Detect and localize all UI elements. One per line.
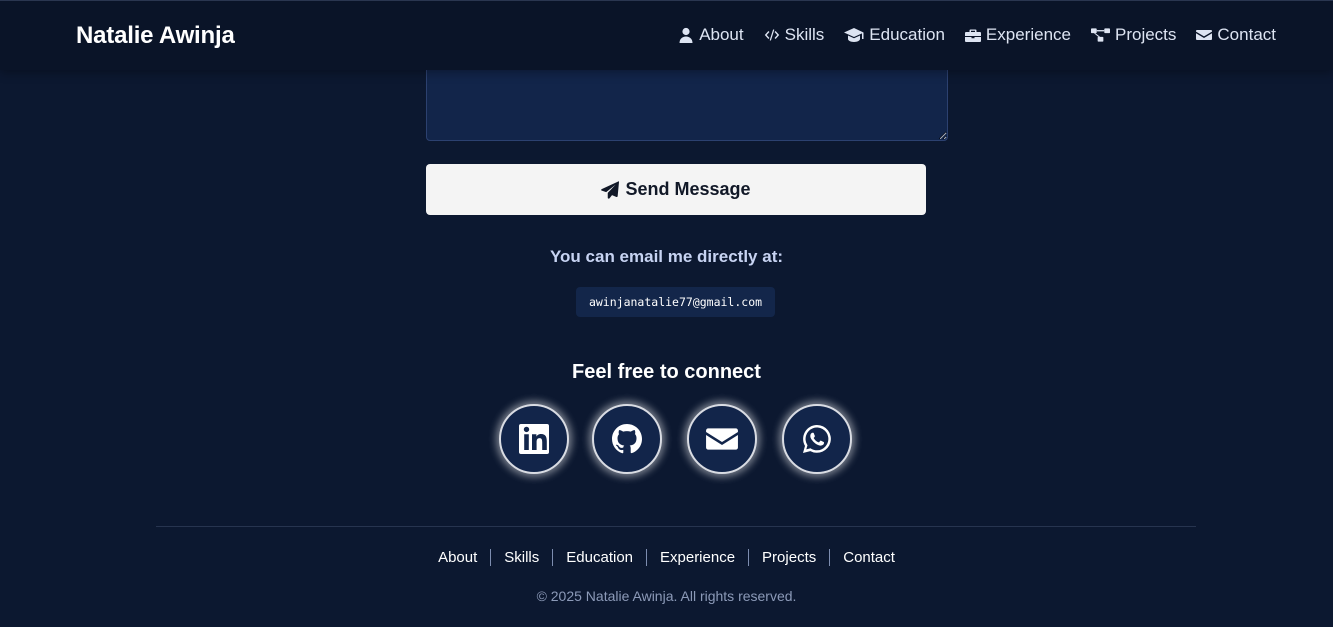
linkedin-link[interactable]	[499, 404, 569, 474]
footer-link-projects[interactable]: Projects	[749, 549, 829, 566]
nav-link-experience[interactable]: Experience	[964, 25, 1071, 45]
email-caption: You can email me directly at:	[549, 247, 784, 266]
email-link[interactable]	[687, 404, 757, 474]
copyright-text: © 2025 Natalie Awinja. All rights reserv…	[536, 588, 797, 604]
nav-links: About Skills Education Experience Projec…	[678, 25, 1276, 45]
nav-link-label: Skills	[784, 25, 825, 44]
nav-link-label: Projects	[1114, 25, 1177, 44]
github-link[interactable]	[592, 404, 662, 474]
email-address[interactable]: awinjanatalie77@gmail.com	[576, 287, 775, 317]
footer-link-contact[interactable]: Contact	[830, 549, 908, 566]
linkedin-icon	[519, 424, 549, 454]
paper-plane-icon	[601, 180, 620, 199]
footer-divider	[156, 526, 1196, 527]
whatsapp-icon	[803, 425, 831, 453]
nav-link-skills[interactable]: Skills	[764, 25, 825, 45]
graduation-cap-icon	[844, 28, 864, 42]
footer-nav: About Skills Education Experience Projec…	[0, 549, 1333, 566]
nav-link-label: Contact	[1217, 25, 1276, 44]
connect-heading: Feel free to connect	[572, 361, 761, 383]
project-diagram-icon	[1090, 28, 1110, 42]
footer-link-education[interactable]: Education	[553, 549, 646, 566]
brand-name[interactable]: Natalie Awinja	[76, 22, 235, 50]
footer-link-skills[interactable]: Skills	[491, 549, 552, 566]
send-button-label: Send Message	[625, 179, 751, 199]
footer-link-experience[interactable]: Experience	[647, 549, 748, 566]
nav-link-label: About	[699, 25, 744, 44]
top-navbar: Natalie Awinja About Skills Education Ex…	[0, 0, 1333, 70]
nav-link-label: Education	[869, 25, 945, 44]
envelope-icon	[1196, 30, 1213, 40]
user-icon	[679, 27, 693, 43]
nav-link-education[interactable]: Education	[844, 25, 945, 45]
send-message-button[interactable]: Send Message	[426, 164, 926, 215]
nav-link-label: Experience	[985, 25, 1071, 44]
envelope-icon	[706, 428, 738, 450]
footer-link-about[interactable]: About	[425, 549, 490, 566]
nav-link-projects[interactable]: Projects	[1090, 25, 1177, 45]
briefcase-icon	[964, 29, 981, 42]
whatsapp-link[interactable]	[782, 404, 852, 474]
github-icon	[612, 424, 642, 454]
nav-link-about[interactable]: About	[678, 25, 744, 45]
nav-link-contact[interactable]: Contact	[1196, 25, 1276, 45]
code-icon	[764, 29, 779, 41]
